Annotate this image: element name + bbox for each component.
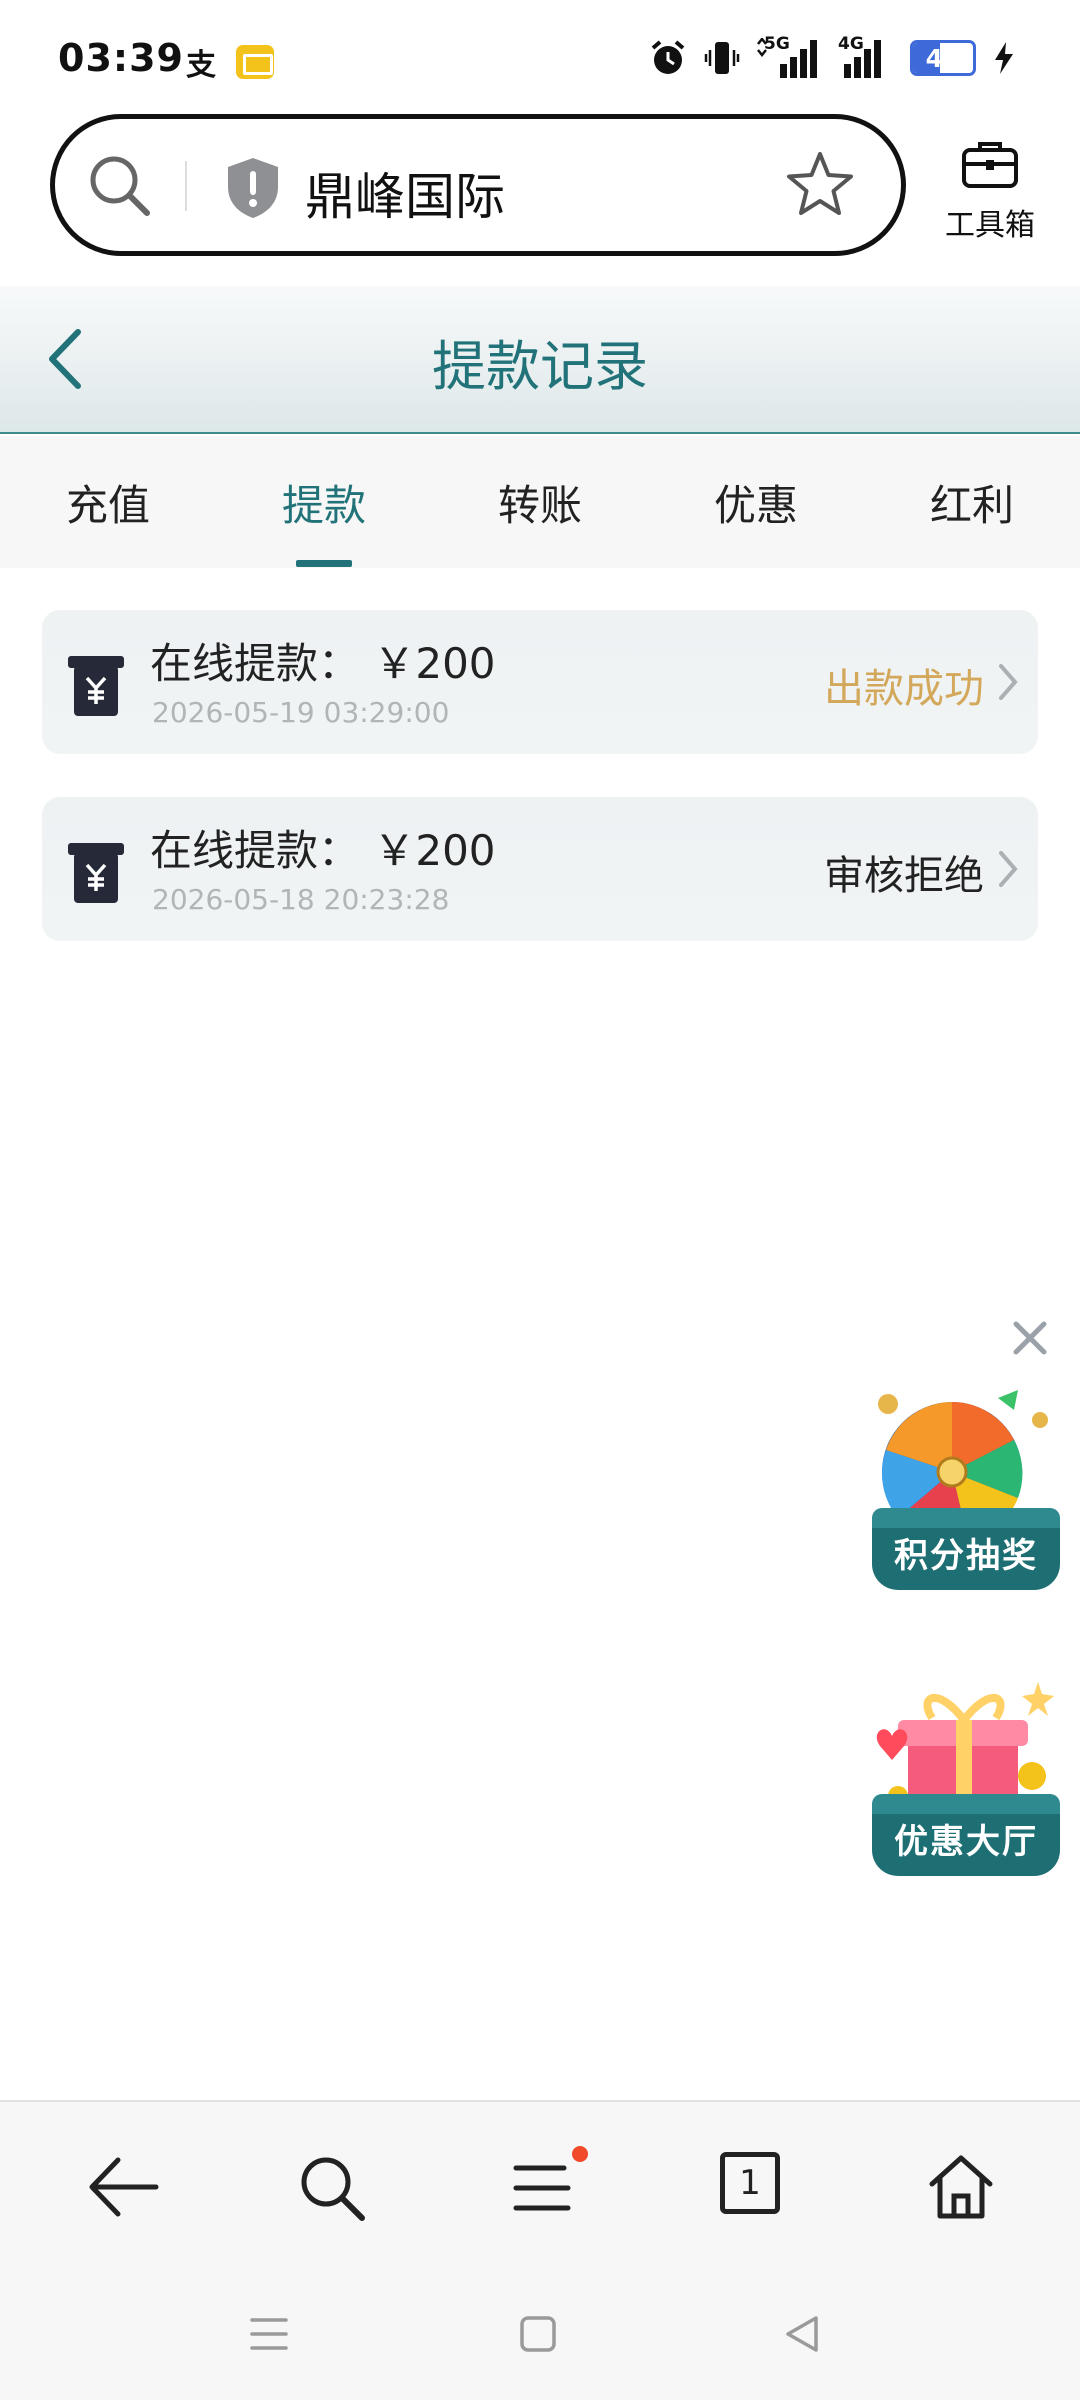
search-icon[interactable] <box>85 151 155 221</box>
signal-5g-icon: 5G <box>756 34 822 78</box>
star-icon[interactable] <box>785 149 855 219</box>
tab-transfer[interactable]: 转账 <box>470 472 610 533</box>
tabs-button[interactable]: 1 <box>720 2152 780 2214</box>
home-square-icon[interactable] <box>518 2312 558 2356</box>
tab-deposit[interactable]: 充值 <box>38 472 178 533</box>
record-title: 在线提款： ￥200 <box>150 639 496 688</box>
battery-level: 45 <box>925 44 961 73</box>
promo-label: 积分抽奖 <box>872 1508 1060 1590</box>
tab-withdraw[interactable]: 提款 <box>254 472 394 533</box>
browser-bar: 鼎峰国际 工具箱 <box>0 110 1080 286</box>
vibrate-icon <box>704 42 740 74</box>
status-time: 03:39 <box>58 36 184 80</box>
shield-warning-icon[interactable] <box>223 155 283 221</box>
record-status: 审核拒绝 <box>824 853 984 899</box>
chevron-right-icon <box>999 851 1018 887</box>
record-title: 在线提款： ￥200 <box>150 826 496 875</box>
close-icon[interactable] <box>1006 1314 1054 1362</box>
charging-icon <box>995 42 1013 74</box>
promotion-hall-button[interactable]: 优惠大厅 <box>868 1666 1064 1876</box>
mail-icon <box>236 45 274 79</box>
atm-yuan-icon <box>68 843 124 903</box>
recent-apps-icon[interactable] <box>248 2312 290 2356</box>
url-bar[interactable]: 鼎峰国际 <box>50 114 906 256</box>
back-arrow-icon[interactable] <box>88 2152 160 2222</box>
notification-dot <box>572 2146 588 2162</box>
promo-label: 优惠大厅 <box>872 1794 1060 1876</box>
toolbox-label: 工具箱 <box>945 208 1035 243</box>
tab-promotion[interactable]: 优惠 <box>686 472 826 533</box>
status-app-icons: 支 <box>186 40 274 84</box>
url-divider <box>185 161 187 211</box>
page-header: 提款记录 <box>0 286 1080 434</box>
system-nav-bar <box>0 2268 1080 2400</box>
withdrawal-record[interactable]: 在线提款： ￥200 2026-05-19 03:29:00 出款成功 <box>42 610 1038 754</box>
alarm-icon <box>651 40 685 74</box>
record-time: 2026-05-18 20:23:28 <box>152 883 450 916</box>
withdrawal-record[interactable]: 在线提款： ￥200 2026-05-18 20:23:28 审核拒绝 <box>42 797 1038 941</box>
signal-4g-icon: 4G <box>838 34 894 78</box>
points-lottery-button[interactable]: 积分抽奖 <box>868 1380 1064 1590</box>
chevron-right-icon <box>999 664 1018 700</box>
page-title: 提款记录 <box>432 335 648 398</box>
alipay-icon: 支 <box>186 48 216 83</box>
menu-icon[interactable] <box>512 2152 572 2222</box>
record-tabs: 充值 提款 转账 优惠 红利 <box>0 436 1080 568</box>
record-status: 出款成功 <box>824 666 984 712</box>
back-triangle-icon[interactable] <box>782 2312 822 2356</box>
status-bar: 03:39 支 5G 4G 45 <box>0 0 1080 110</box>
search-icon[interactable] <box>296 2152 368 2224</box>
tabs-count: 1 <box>739 2163 761 2203</box>
active-tab-indicator <box>296 560 352 567</box>
home-icon[interactable] <box>926 2152 996 2222</box>
toolbox-icon <box>962 142 1018 188</box>
atm-yuan-icon <box>68 656 124 716</box>
tab-bonus[interactable]: 红利 <box>902 472 1042 533</box>
bottom-nav: 1 <box>0 2100 1080 2268</box>
url-text[interactable]: 鼎峰国际 <box>305 157 505 229</box>
record-time: 2026-05-19 03:29:00 <box>152 696 450 729</box>
battery-icon: 45 <box>910 40 976 76</box>
toolbox-button[interactable]: 工具箱 <box>930 138 1050 244</box>
status-right: 5G 4G 45 <box>648 34 1016 78</box>
